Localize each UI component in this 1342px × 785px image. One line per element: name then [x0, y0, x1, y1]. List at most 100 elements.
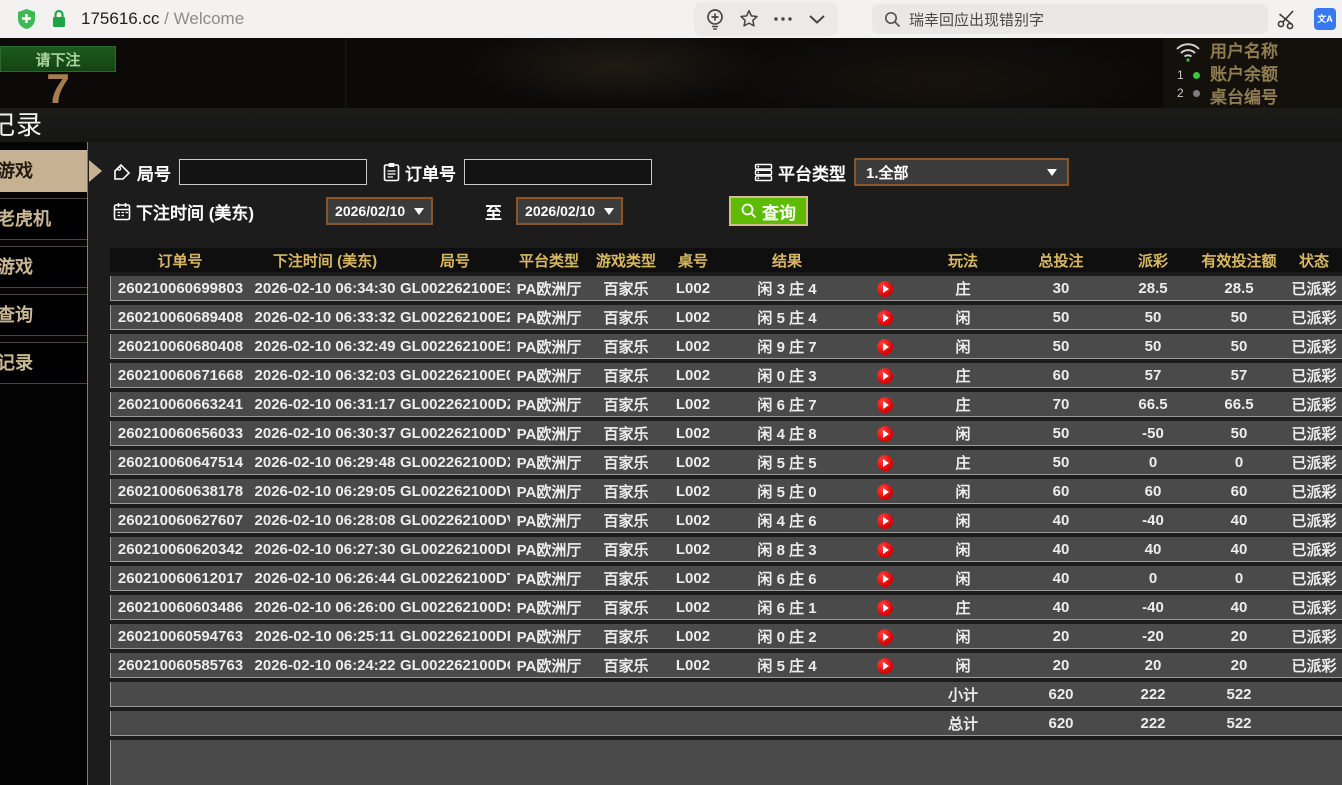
line-indicator-1[interactable]: 1: [1177, 68, 1200, 82]
total-label: 总计: [918, 711, 1008, 736]
cell-round: GL002262100DZ: [400, 392, 510, 417]
reader-mode-icon[interactable]: [698, 4, 732, 34]
cell-result: 闲 6 庄 6: [722, 566, 852, 591]
cell-play-video: [852, 595, 918, 620]
play-video-icon[interactable]: [877, 513, 893, 529]
table-row: 2602100606120172026-02-10 06:26:44GL0022…: [110, 566, 1342, 591]
table-row: 2602100606560332026-02-10 06:30:37GL0022…: [110, 421, 1342, 446]
cell-time: 2026-02-10 06:29:05: [250, 479, 400, 504]
cell-time: 2026-02-10 06:26:00: [250, 595, 400, 620]
play-video-icon[interactable]: [877, 542, 893, 558]
play-video-icon[interactable]: [877, 455, 893, 471]
game-info-panel: 1 2 用户名称 账户余额 桌台编号: [1163, 38, 1342, 108]
sidebar-item-records[interactable]: 记录: [0, 342, 87, 384]
cell-playtype: 庄: [918, 363, 1008, 388]
play-video-icon[interactable]: [877, 600, 893, 616]
more-options-icon[interactable]: [766, 4, 800, 34]
cell-valid: 0: [1192, 450, 1286, 475]
order-number-input[interactable]: [464, 159, 652, 185]
sidebar-item-slots[interactable]: 老虎机: [0, 198, 87, 240]
cell-game: 百家乐: [588, 566, 664, 591]
server-list-icon: [754, 163, 773, 182]
date-from-select[interactable]: 2026/02/10: [326, 197, 433, 225]
cell-time: 2026-02-10 06:29:48: [250, 450, 400, 475]
lock-icon: [51, 9, 67, 29]
cell-result: 闲 6 庄 7: [722, 392, 852, 417]
date-to-select[interactable]: 2026/02/10: [516, 197, 623, 225]
cell-status: 已派彩: [1286, 276, 1342, 301]
table-row: 2602100606716682026-02-10 06:32:03GL0022…: [110, 363, 1342, 388]
search-box[interactable]: 瑞幸回应出现错别字: [872, 4, 1268, 34]
line-indicator-2[interactable]: 2: [1177, 86, 1200, 100]
cell-game: 百家乐: [588, 421, 664, 446]
sidebar-item-query[interactable]: 查询: [0, 294, 87, 336]
cell-status: 已派彩: [1286, 334, 1342, 359]
cell-playtype: 闲: [918, 334, 1008, 359]
cell-payout: -20: [1114, 624, 1192, 649]
subtotal-row: 小计 620 222 522: [110, 682, 1342, 707]
sidebar-item-live-games[interactable]: 游戏: [0, 150, 87, 192]
cell-valid: 50: [1192, 305, 1286, 330]
cell-result: 闲 4 庄 8: [722, 421, 852, 446]
cell-payout: 50: [1114, 334, 1192, 359]
cell-platform: PA欧洲厅: [510, 363, 588, 388]
platform-type-label: 平台类型: [754, 160, 846, 185]
cell-status: 已派彩: [1286, 450, 1342, 475]
cell-round: GL002262100E0: [400, 363, 510, 388]
play-video-icon[interactable]: [877, 310, 893, 326]
cell-status: 已派彩: [1286, 537, 1342, 562]
cell-table: L002: [664, 479, 722, 504]
cell-round: GL002262100DS: [400, 595, 510, 620]
total-payout: 222: [1114, 711, 1192, 736]
play-video-icon[interactable]: [877, 426, 893, 442]
cell-order: 260210060689408: [110, 305, 250, 330]
cell-time: 2026-02-10 06:26:44: [250, 566, 400, 591]
cell-play-video: [852, 508, 918, 533]
adblock-shield-icon[interactable]: [16, 8, 37, 30]
cell-playtype: 庄: [918, 392, 1008, 417]
chevron-down-icon[interactable]: [800, 4, 834, 34]
query-button[interactable]: 查询: [729, 196, 808, 226]
cell-payout: 57: [1114, 363, 1192, 388]
cell-status: 已派彩: [1286, 305, 1342, 330]
address-url[interactable]: 175616.cc / Welcome: [81, 9, 244, 29]
sidebar-item-games[interactable]: 游戏: [0, 246, 87, 288]
cell-valid: 40: [1192, 508, 1286, 533]
platform-type-select[interactable]: 1.全部: [854, 158, 1069, 186]
translate-icon[interactable]: 文A: [1314, 8, 1336, 30]
table-row: 2602100606381782026-02-10 06:29:05GL0022…: [110, 479, 1342, 504]
play-video-icon[interactable]: [877, 629, 893, 645]
play-video-icon[interactable]: [877, 484, 893, 500]
cell-platform: PA欧洲厅: [510, 537, 588, 562]
scissors-icon[interactable]: [1270, 4, 1304, 34]
play-video-icon[interactable]: [877, 397, 893, 413]
cell-payout: 20: [1114, 653, 1192, 678]
cell-time: 2026-02-10 06:27:30: [250, 537, 400, 562]
cell-play-video: [852, 334, 918, 359]
cell-bet: 50: [1008, 450, 1114, 475]
cell-play-video: [852, 624, 918, 649]
cell-play-video: [852, 537, 918, 562]
browser-toolbar-group: [694, 2, 838, 36]
play-video-icon[interactable]: [877, 658, 893, 674]
cell-order: 260210060647514: [110, 450, 250, 475]
round-number-input[interactable]: [179, 159, 367, 185]
cell-round: GL002262100DU: [400, 537, 510, 562]
table-body: 2602100606998032026-02-10 06:34:30GL0022…: [110, 276, 1342, 678]
play-video-icon[interactable]: [877, 281, 893, 297]
favorite-star-icon[interactable]: [732, 4, 766, 34]
cell-game: 百家乐: [588, 392, 664, 417]
cell-time: 2026-02-10 06:33:32: [250, 305, 400, 330]
play-video-icon[interactable]: [877, 571, 893, 587]
search-icon: [884, 11, 901, 28]
cell-status: 已派彩: [1286, 421, 1342, 446]
cell-platform: PA欧洲厅: [510, 450, 588, 475]
cell-round: GL002262100DR: [400, 624, 510, 649]
col-round: 局号: [400, 248, 510, 272]
cell-result: 闲 4 庄 6: [722, 508, 852, 533]
play-video-icon[interactable]: [877, 368, 893, 384]
cell-payout: 0: [1114, 450, 1192, 475]
play-video-icon[interactable]: [877, 339, 893, 355]
cell-valid: 50: [1192, 421, 1286, 446]
table-row: 2602100606034862026-02-10 06:26:00GL0022…: [110, 595, 1342, 620]
